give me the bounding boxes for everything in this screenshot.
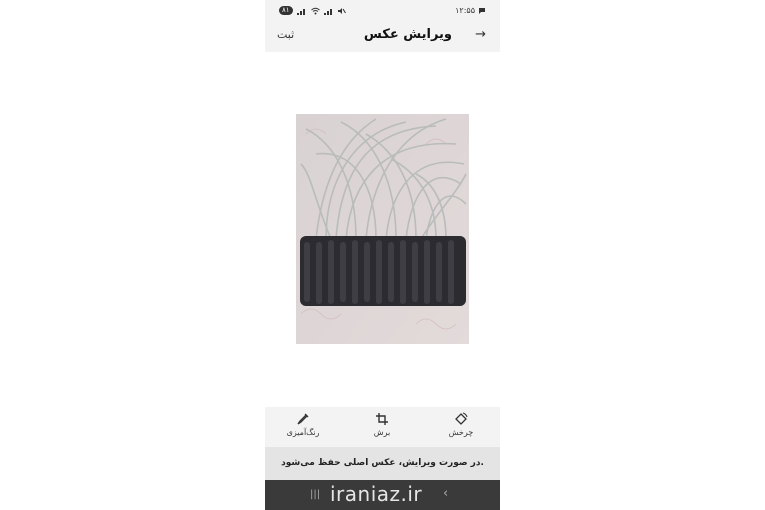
chat-icon	[479, 7, 485, 14]
nav-back-icon[interactable]: ‹	[443, 486, 448, 501]
phone-screen: ۸۱ ۱۲:۵۵	[265, 0, 500, 510]
notice-text: در صورت ویرایش، عکس اصلی حفظ می‌شود.	[281, 458, 484, 468]
rotate-label: چرخش	[448, 428, 474, 437]
rotate-icon	[455, 412, 468, 425]
navigation-bar: ||| ‹ iraniaz.ir	[265, 480, 500, 510]
wifi-icon	[310, 7, 320, 14]
status-icons-left: ۸۱	[279, 6, 346, 15]
signal-2-icon	[323, 8, 332, 15]
page-title: ویرایش عکس	[363, 27, 452, 42]
paint-tool-button[interactable]: رنگ‌آمیزی	[273, 412, 333, 437]
watermark-text: iraniaz.ir	[330, 482, 423, 506]
app-header: ثبت ویرایش عکس →	[265, 22, 500, 52]
status-time: ۱۲:۵۵	[455, 6, 475, 15]
recent-apps-icon[interactable]: |||	[310, 489, 320, 500]
arrow-right-icon[interactable]: →	[475, 27, 486, 42]
edit-toolbar: رنگ‌آمیزی برش چرخش	[265, 407, 500, 447]
status-bar: ۸۱ ۱۲:۵۵	[265, 0, 500, 22]
status-right: ۱۲:۵۵	[455, 6, 486, 15]
rotate-tool-button[interactable]: چرخش	[431, 412, 491, 437]
crop-icon	[376, 413, 388, 425]
signal-icon	[296, 8, 305, 15]
paint-label: رنگ‌آمیزی	[286, 428, 320, 437]
brush-icon	[297, 413, 309, 425]
save-button[interactable]: ثبت	[277, 28, 294, 41]
photo-image	[296, 114, 469, 344]
photo-preview[interactable]	[296, 114, 469, 344]
battery-indicator: ۸۱	[279, 6, 293, 15]
crop-tool-button[interactable]: برش	[352, 412, 412, 437]
mute-icon	[337, 7, 346, 14]
crop-label: برش	[373, 428, 391, 437]
notice-banner: در صورت ویرایش، عکس اصلی حفظ می‌شود.	[265, 447, 500, 480]
